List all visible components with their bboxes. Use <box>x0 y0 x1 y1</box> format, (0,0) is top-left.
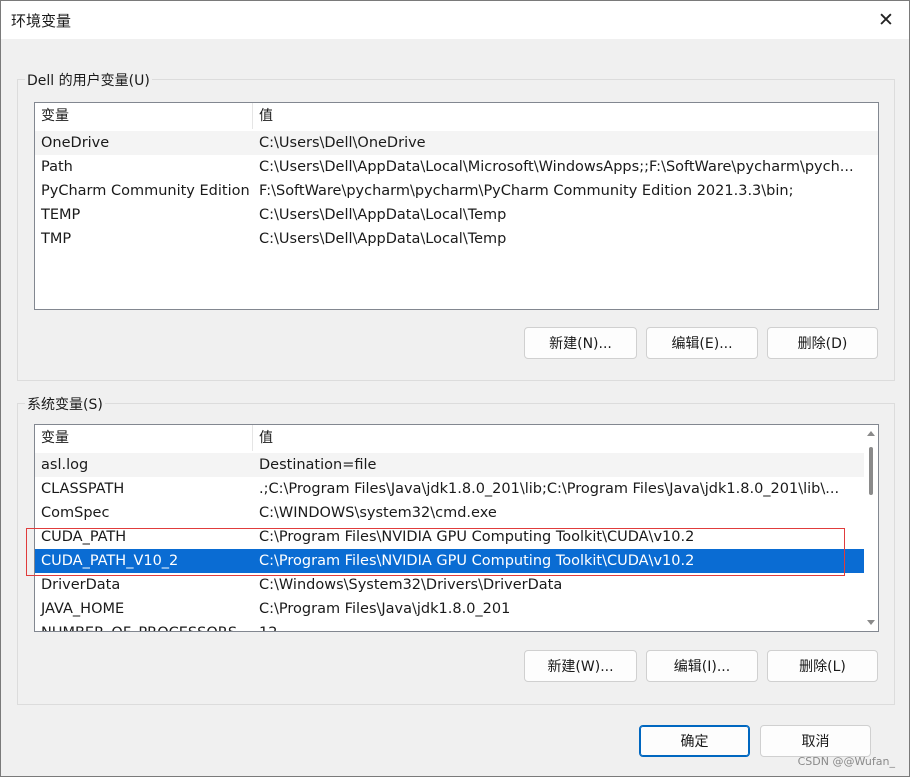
variable-value-cell: Destination=file <box>259 457 377 473</box>
variable-name-cell: DriverData <box>41 577 121 593</box>
list-row[interactable]: DriverData C:\Windows\System32\Drivers\Dr… <box>35 573 864 597</box>
scroll-up-icon[interactable] <box>867 431 875 436</box>
variable-value-cell: C:\Program Files\Java\jdk1.8.0_201 <box>259 601 511 617</box>
variable-name-cell: TEMP <box>41 207 81 223</box>
system-variables-label: 系统变量(S) <box>25 394 105 414</box>
column-header-value[interactable]: 值 <box>253 425 864 451</box>
column-header-name[interactable]: 变量 <box>35 425 253 451</box>
user-list-header: 变量 值 <box>35 103 878 129</box>
variable-name-cell: JAVA_HOME <box>41 601 125 617</box>
user-new-button[interactable]: 新建(N)... <box>524 327 637 359</box>
list-row[interactable]: NUMBER_OF_PROCESSORS12 <box>35 621 864 631</box>
column-header-value[interactable]: 值 <box>253 103 878 129</box>
variable-value-cell: C:\Users\Dell\AppData\Local\Microsoft\Wi… <box>259 159 854 175</box>
system-variables-list[interactable]: 变量 值 asl.log Destination=file CLASSPATH .;C… <box>34 424 879 632</box>
variable-value-cell: C:\Windows\System32\Drivers\DriverData <box>259 577 563 593</box>
list-row[interactable]: PyCharm Community Edition F:\SoftWare\pyc… <box>35 179 878 203</box>
list-row[interactable]: CUDA_PATH C:\Program Files\NVIDIA GPU Com… <box>35 525 864 549</box>
close-button[interactable]: ✕ <box>863 1 909 39</box>
list-row[interactable]: CLASSPATH .;C:\Program Files\Java\jdk1.8.… <box>35 477 864 501</box>
list-row[interactable]: CUDA_PATH_V10_2 C:\Program Files\NVIDIA G… <box>35 549 864 573</box>
variable-value-cell: C:\Users\Dell\AppData\Local\Temp <box>259 207 507 223</box>
list-row[interactable]: asl.log Destination=file <box>35 453 864 477</box>
close-icon: ✕ <box>878 9 894 31</box>
user-variables-label: Dell 的用户变量(U) <box>25 70 152 90</box>
environment-variables-dialog: 环境变量 ✕ Dell 的用户变量(U) 变量 值 OneDrive C:\Use… <box>0 0 910 777</box>
system-edit-button[interactable]: 编辑(I)... <box>646 650 758 682</box>
user-edit-button[interactable]: 编辑(E)... <box>646 327 758 359</box>
list-row[interactable]: ComSpec C:\WINDOWS\system32\cmd.exe <box>35 501 864 525</box>
variable-name-cell: asl.log <box>41 457 89 473</box>
variable-value-cell: .;C:\Program Files\Java\jdk1.8.0_201\lib… <box>259 481 840 497</box>
variable-value-cell: C:\Program Files\NVIDIA GPU Computing To… <box>259 553 695 569</box>
cancel-button[interactable]: 取消 <box>760 725 871 757</box>
variable-name-cell: PyCharm Community Edition <box>41 183 250 199</box>
system-new-button[interactable]: 新建(W)... <box>524 650 637 682</box>
variable-name-cell: CLASSPATH <box>41 481 125 497</box>
variable-value-cell: C:\Program Files\NVIDIA GPU Computing To… <box>259 529 695 545</box>
system-delete-button[interactable]: 删除(L) <box>767 650 878 682</box>
watermark: CSDN @@Wufan_ <box>797 755 895 768</box>
variable-name-cell: CUDA_PATH_V10_2 <box>41 553 179 569</box>
system-list-scrollbar[interactable] <box>864 425 878 631</box>
variable-name-cell: NUMBER_OF_PROCESSORS <box>35 621 253 631</box>
scroll-thumb[interactable] <box>869 447 873 495</box>
ok-button[interactable]: 确定 <box>639 725 750 757</box>
scroll-down-icon[interactable] <box>867 620 875 625</box>
window-title: 环境变量 <box>11 12 72 30</box>
list-row[interactable]: TMP C:\Users\Dell\AppData\Local\Temp <box>35 227 878 251</box>
variable-value-cell: C:\Users\Dell\OneDrive <box>259 135 426 151</box>
variable-value-cell: C:\WINDOWS\system32\cmd.exe <box>259 505 497 521</box>
user-variables-list[interactable]: 变量 值 OneDrive C:\Users\Dell\OneDrive Path C… <box>34 102 879 310</box>
list-row[interactable]: JAVA_HOME C:\Program Files\Java\jdk1.8.0_… <box>35 597 864 621</box>
variable-name-cell: OneDrive <box>41 135 110 151</box>
variable-name-cell: TMP <box>41 231 72 247</box>
variable-name-cell: Path <box>41 159 73 175</box>
title-bar: 环境变量 ✕ <box>1 1 909 39</box>
variable-value-cell: F:\SoftWare\pycharm\pycharm\PyCharm Comm… <box>259 183 794 199</box>
list-row[interactable]: TEMP C:\Users\Dell\AppData\Local\Temp <box>35 203 878 227</box>
variable-name-cell: ComSpec <box>41 505 110 521</box>
list-row[interactable]: OneDrive C:\Users\Dell\OneDrive <box>35 131 878 155</box>
variable-value-cell: 12 <box>253 621 864 631</box>
variable-name-cell: CUDA_PATH <box>41 529 127 545</box>
variable-value-cell: C:\Users\Dell\AppData\Local\Temp <box>259 231 507 247</box>
system-list-header: 变量 值 <box>35 425 864 451</box>
list-row[interactable]: Path C:\Users\Dell\AppData\Local\Microsof… <box>35 155 878 179</box>
column-header-name[interactable]: 变量 <box>35 103 253 129</box>
user-delete-button[interactable]: 删除(D) <box>767 327 878 359</box>
